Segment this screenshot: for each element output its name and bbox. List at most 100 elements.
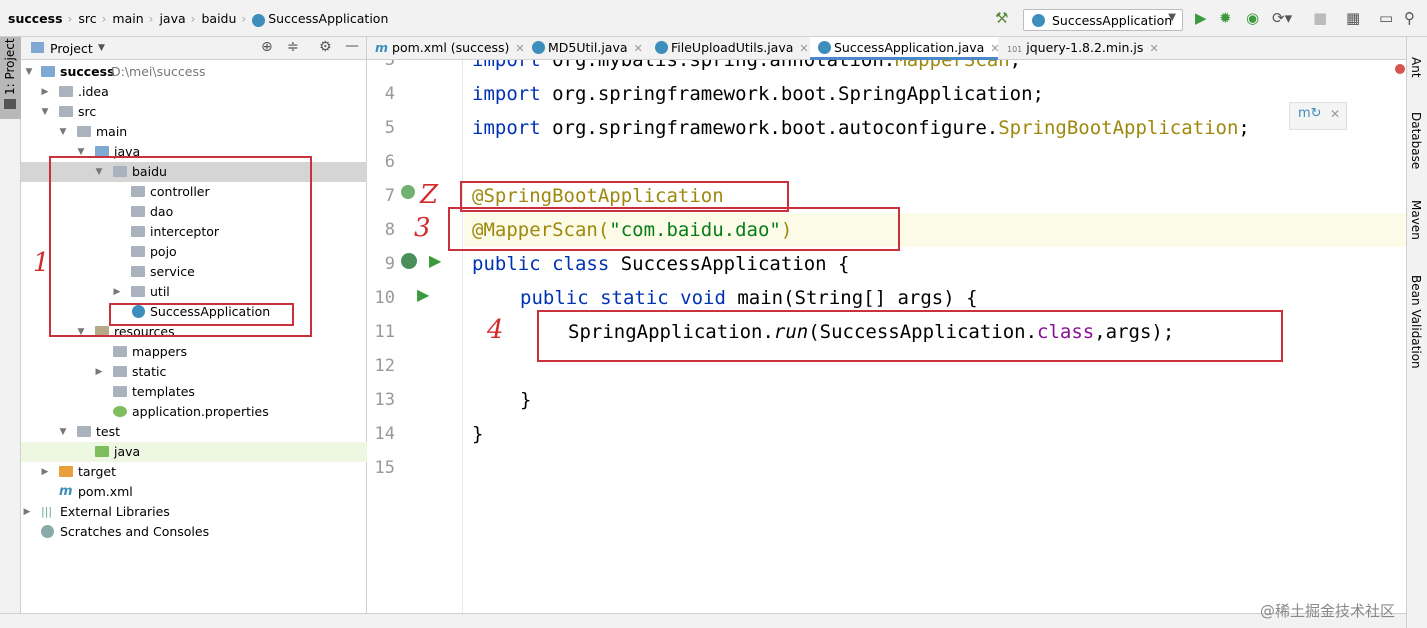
project-tool-label: 1: Project	[3, 38, 17, 95]
code-line-9: public class SuccessApplication {	[472, 253, 850, 275]
tab-pom-xml[interactable]: m pom.xml (success) ✕	[367, 37, 525, 60]
js-icon: 101	[1007, 45, 1023, 54]
tree-node[interactable]: ▼ success D:\mei\success	[21, 62, 367, 82]
tree-node[interactable]: ▶ target	[21, 462, 367, 482]
line-number: 9	[384, 254, 395, 274]
tree-node[interactable]: ▼ main	[21, 122, 367, 142]
project-tool-tab[interactable]: 1: Project	[0, 37, 21, 119]
locate-icon[interactable]: ⊕	[261, 39, 273, 55]
line-number: 7	[384, 186, 395, 206]
maven-tool-tab[interactable]: Maven	[1409, 200, 1423, 240]
project-panel-title[interactable]: Project	[50, 41, 93, 56]
right-tool-strip: Ant Database Maven Bean Validation	[1406, 37, 1427, 628]
run-configuration-select[interactable]: SuccessApplication ▼	[1023, 9, 1183, 31]
tree-node[interactable]: ▶ ||| External Libraries	[21, 502, 367, 522]
class-icon	[1032, 14, 1045, 27]
profile-icon[interactable]: ⟳▾	[1272, 10, 1292, 26]
collapse-icon[interactable]: ≑	[287, 39, 299, 55]
inspection-popup[interactable]: m↻ ✕	[1289, 102, 1347, 130]
line-number: 8	[384, 220, 395, 240]
tab-successapplication[interactable]: SuccessApplication.java ✕	[810, 37, 1000, 60]
close-icon[interactable]: ✕	[1330, 107, 1340, 121]
ant-tool-tab[interactable]: Ant	[1409, 57, 1423, 78]
code-line-5: import org.springframework.boot.autoconf…	[472, 117, 1250, 139]
annotation-box-run	[537, 310, 1283, 362]
close-icon[interactable]: ✕	[634, 42, 643, 55]
annotation-box-mapperscan	[448, 207, 900, 251]
spring-bean-icon[interactable]	[401, 253, 417, 269]
tree-node[interactable]: ▶ .idea	[21, 82, 367, 102]
library-icon: |||	[41, 505, 53, 518]
error-indicator-icon[interactable]	[1395, 64, 1405, 74]
annotation-mark: 3	[414, 213, 431, 243]
line-number: 6	[384, 152, 395, 172]
annotation-box-class	[109, 303, 294, 326]
code-line-3: import org.mybatis.spring.annotation.Map…	[472, 60, 1022, 71]
search-icon[interactable]: ⚲	[1404, 10, 1415, 26]
line-number: 14	[374, 424, 395, 444]
annotation-mark: 4	[487, 315, 504, 345]
tab-jquery[interactable]: 101 jquery-1.8.2.min.js ✕	[999, 37, 1159, 60]
tree-node[interactable]: ▼ test	[21, 422, 367, 442]
project-view-icon	[31, 42, 44, 53]
breadcrumb-item[interactable]: SuccessApplication	[268, 11, 388, 26]
close-icon[interactable]: ✕	[799, 42, 808, 55]
breadcrumb-item[interactable]: src	[78, 11, 96, 26]
annotation-mark: Z	[420, 180, 439, 210]
breadcrumb-item[interactable]: java	[159, 11, 185, 26]
line-number: 15	[374, 458, 395, 478]
code-line-14: }	[472, 423, 484, 445]
run-gutter-icon[interactable]: ▶	[417, 285, 429, 304]
class-icon	[818, 41, 831, 54]
code-line-4: import org.springframework.boot.SpringAp…	[472, 83, 1044, 105]
class-icon	[655, 41, 668, 54]
line-number: 12	[374, 356, 395, 376]
tab-md5util[interactable]: MD5Util.java ✕	[524, 37, 644, 60]
chevron-down-icon[interactable]: ▼	[98, 43, 105, 53]
line-number: 4	[384, 84, 395, 104]
status-bar	[0, 613, 1406, 628]
close-icon[interactable]: ✕	[1149, 42, 1158, 55]
run-configuration-label: SuccessApplication	[1051, 13, 1173, 28]
bean-validation-tool-tab[interactable]: Bean Validation	[1409, 275, 1423, 369]
window-icon[interactable]: ▭	[1379, 10, 1393, 26]
tree-node[interactable]: templates	[21, 382, 367, 402]
breadcrumb-item[interactable]: success	[8, 11, 63, 26]
class-icon	[532, 41, 545, 54]
breadcrumb-item[interactable]: baidu	[201, 11, 236, 26]
tree-node[interactable]: ▼ src	[21, 102, 367, 122]
maven-icon: m	[375, 40, 389, 55]
tree-node[interactable]: Scratches and Consoles	[21, 522, 367, 542]
watermark: @稀土掘金技术社区	[1260, 602, 1396, 620]
code-line-13: }	[520, 389, 532, 411]
project-structure-icon[interactable]: ▦	[1346, 10, 1360, 26]
line-number: 11	[374, 322, 395, 342]
run-icon[interactable]: ▶	[1195, 10, 1207, 26]
minimize-icon[interactable]: —	[345, 38, 359, 54]
tree-node[interactable]: ▶ static	[21, 362, 367, 382]
debug-icon[interactable]: ✹	[1219, 10, 1232, 26]
spring-bean-icon[interactable]	[401, 185, 415, 199]
coverage-icon[interactable]: ◉	[1246, 10, 1259, 26]
run-gutter-icon[interactable]: ▶	[429, 251, 441, 270]
maven-reload-icon[interactable]: m↻	[1298, 106, 1322, 121]
line-number: 10	[374, 288, 395, 308]
breadcrumb-item[interactable]: main	[112, 11, 143, 26]
tree-node[interactable]: m pom.xml	[21, 482, 367, 502]
breadcrumb: success › src › main › java › baidu › Success…	[8, 11, 389, 27]
project-panel-header: Project ▼ ⊕ ≑ ⚙ —	[21, 37, 366, 60]
line-number: 13	[374, 390, 395, 410]
editor-tabs: m pom.xml (success) ✕ MD5Util.java ✕ FileU…	[367, 37, 1406, 60]
database-tool-tab[interactable]: Database	[1409, 112, 1423, 169]
folder-icon	[4, 99, 16, 109]
tab-fileuploadutils[interactable]: FileUploadUtils.java ✕	[647, 37, 809, 60]
tree-node[interactable]: mappers	[21, 342, 367, 362]
build-hammer-icon[interactable]: ⚒	[995, 10, 1008, 26]
tree-node[interactable]: java	[21, 442, 367, 462]
navigation-bar: success › src › main › java › baidu › Success…	[0, 0, 1427, 37]
tree-node[interactable]: application.properties	[21, 402, 367, 422]
editor-gutter: 3 4 5 6 7 8 9 10 11 12 13 14 15 ▶ ▶	[367, 60, 463, 613]
stop-icon[interactable]: ■	[1313, 10, 1327, 26]
line-number: 3	[384, 60, 395, 70]
gear-icon[interactable]: ⚙	[319, 39, 332, 55]
